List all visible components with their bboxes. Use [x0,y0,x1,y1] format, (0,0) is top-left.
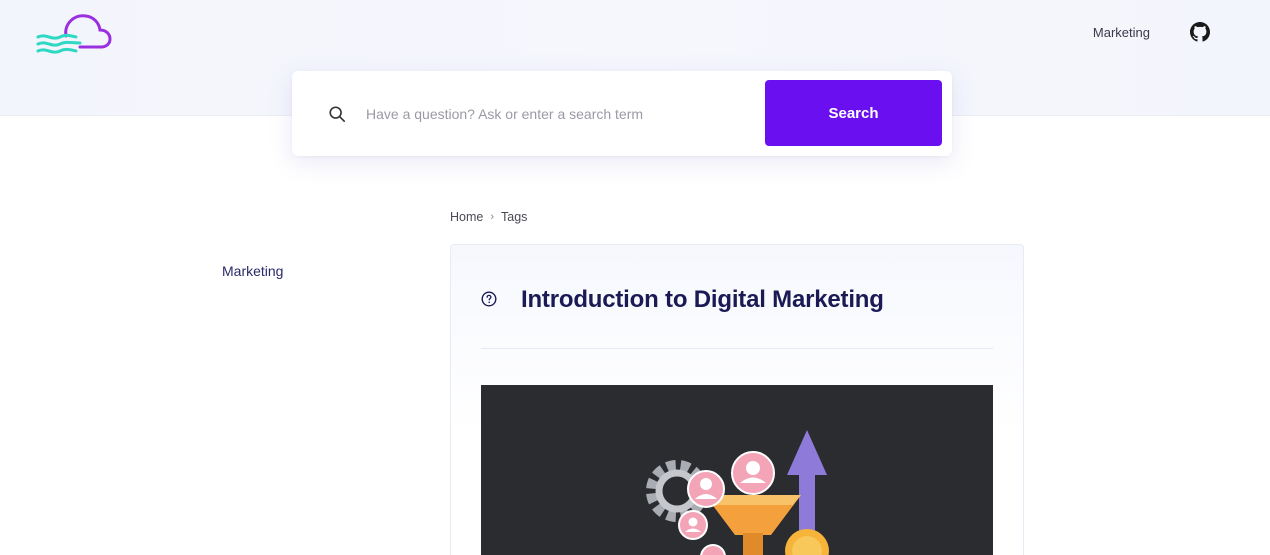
user-avatar-icon [731,451,775,495]
search-icon [329,106,346,123]
breadcrumb: Home › Tags [450,210,527,224]
user-avatar-icon [687,470,725,508]
question-circle-icon [481,291,497,307]
top-nav: Marketing [1093,22,1210,42]
article-title: Introduction to Digital Marketing [521,286,884,313]
sidebar-item-marketing[interactable]: Marketing [222,263,283,279]
github-icon[interactable] [1190,22,1210,42]
search-box: Search [292,71,952,156]
divider [481,348,993,349]
search-button[interactable]: Search [765,80,942,146]
user-avatar-icon [700,544,726,555]
search-input[interactable] [366,99,746,129]
digital-marketing-illustration [481,385,993,555]
nav-link-marketing[interactable]: Marketing [1093,25,1150,40]
dollar-coin-icon [785,529,829,555]
user-avatar-icon [678,510,708,540]
breadcrumb-separator: › [490,211,495,223]
article-card: Introduction to Digital Marketing [450,244,1024,555]
breadcrumb-home[interactable]: Home [450,210,483,224]
breadcrumb-tags[interactable]: Tags [501,210,527,224]
cloud-logo-icon[interactable] [36,10,114,58]
growth-arrow-icon [787,430,827,535]
